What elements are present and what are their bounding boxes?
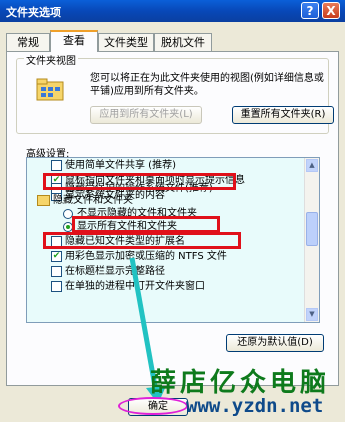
- tab-view[interactable]: 查看: [50, 30, 98, 52]
- reset-all-folders-button[interactable]: 重置所有文件夹(R): [232, 106, 334, 124]
- close-button[interactable]: X: [322, 2, 340, 19]
- checkbox[interactable]: [51, 266, 62, 277]
- tab-strip: 常规 查看 文件类型 脱机文件: [6, 30, 339, 52]
- scrollbar[interactable]: ▲ ▼: [304, 158, 319, 322]
- folder-views-description: 您可以将正在为此文件夹使用的视图(例如详细信息或平铺)应用到所有文件夹。: [90, 73, 324, 97]
- checkbox[interactable]: [51, 160, 62, 171]
- list-item-label: 在单独的进程中打开文件夹窗口: [65, 281, 205, 292]
- highlight-show-all-files: [72, 216, 220, 233]
- scroll-up-icon[interactable]: ▲: [306, 159, 318, 172]
- window-title: 文件夹选项: [6, 6, 61, 19]
- apply-to-all-folders-button[interactable]: 应用到所有文件夹(L): [90, 106, 202, 124]
- list-item-label: 使用简单文件共享 (推荐): [65, 160, 176, 171]
- help-button[interactable]: ?: [301, 2, 319, 19]
- highlight-hide-extensions: [43, 232, 241, 249]
- list-item-label: 用彩色显示加密或压缩的 NTFS 文件: [65, 251, 227, 262]
- watermark-text: 薛店亿众电脑: [150, 368, 331, 398]
- ok-highlight-ellipse: [118, 397, 188, 415]
- list-item-label: 隐藏文件和文件夹: [53, 195, 133, 206]
- folder-icon: [37, 195, 50, 206]
- tab-general[interactable]: 常规: [6, 33, 50, 51]
- checkbox-checked[interactable]: ✔: [51, 251, 62, 262]
- folder-views-legend: 文件夹视图: [24, 52, 78, 67]
- scroll-down-icon[interactable]: ▼: [306, 308, 318, 321]
- scroll-thumb[interactable]: [306, 212, 318, 246]
- restore-defaults-button[interactable]: 还原为默认值(D): [226, 334, 324, 352]
- tab-offline-files[interactable]: 脱机文件: [154, 33, 212, 51]
- tab-file-types[interactable]: 文件类型: [98, 33, 154, 51]
- list-item-label: 在标题栏显示完整路径: [65, 266, 165, 277]
- title-bar: 文件夹选项 ? X: [0, 0, 345, 22]
- checkbox[interactable]: [51, 281, 62, 292]
- watermark-url: www.yzdn.net: [186, 395, 324, 417]
- folder-icon: [36, 78, 66, 102]
- highlight-hide-protected-files: [43, 173, 236, 190]
